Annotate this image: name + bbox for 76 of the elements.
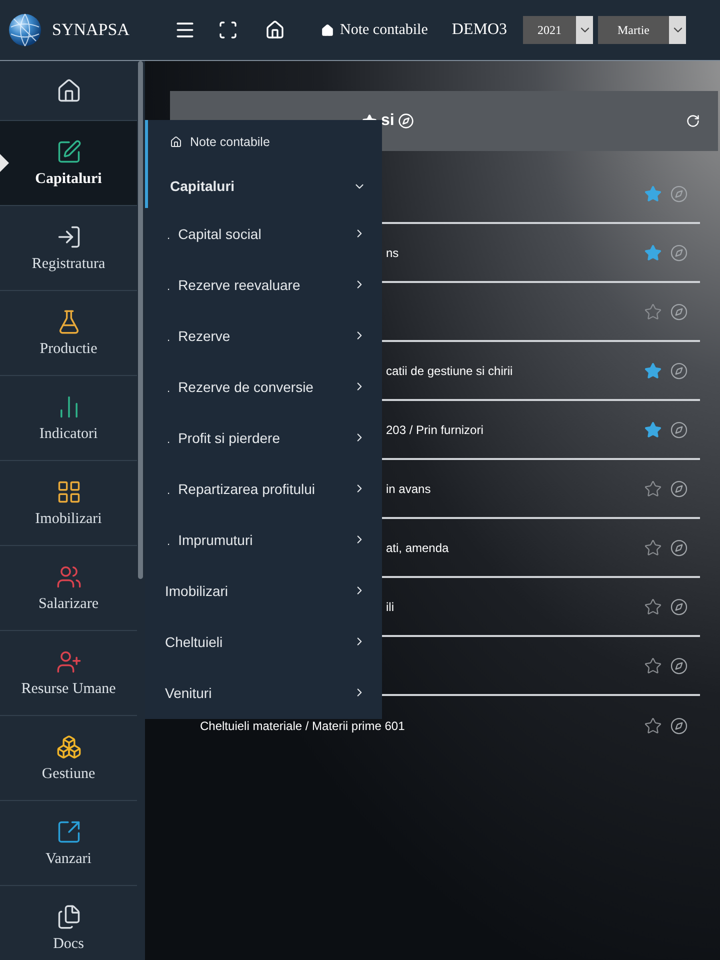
panel-title: si <box>381 112 394 130</box>
compass-icon <box>398 113 414 129</box>
bullet-marker: . <box>167 332 170 344</box>
breadcrumb-link[interactable]: Note contabile <box>321 22 428 38</box>
compass-icon[interactable] <box>670 538 688 556</box>
operation-text: ns <box>386 246 399 260</box>
star-icon[interactable] <box>644 538 662 556</box>
sidebar-item[interactable]: Vanzari <box>0 801 137 886</box>
operation-text: Cheltuieli materiale / Materii prime 601 <box>200 718 405 732</box>
menu-item[interactable]: . Repartizarea profitului <box>145 463 382 514</box>
brand-name: SYNAPSA <box>52 20 130 40</box>
menu-item[interactable]: . Imprumuturi <box>145 514 382 565</box>
sidebar-item[interactable]: Gestiune <box>0 716 137 801</box>
sidebar-item[interactable]: Registratura <box>0 206 137 291</box>
menu-item[interactable]: . Rezerve <box>145 310 382 361</box>
operation-text: in avans <box>386 482 431 496</box>
sidebar-item[interactable]: Salarizare <box>0 546 137 631</box>
company-name: DEMO3 <box>452 21 507 39</box>
operation-text: 203 / Prin furnizori <box>386 422 484 436</box>
compass-icon[interactable] <box>670 716 688 734</box>
star-icon[interactable] <box>644 656 662 674</box>
sidebar-item[interactable]: Productie <box>0 291 137 376</box>
bullet-marker: . <box>167 230 170 242</box>
bullet-marker: . <box>167 484 170 496</box>
compass-icon[interactable] <box>670 362 688 380</box>
compass-icon[interactable] <box>670 420 688 438</box>
home-icon <box>170 136 182 148</box>
star-icon[interactable] <box>644 598 662 616</box>
compass-icon[interactable] <box>670 480 688 498</box>
star-icon[interactable] <box>644 420 662 438</box>
star-icon[interactable] <box>644 184 662 202</box>
compass-icon[interactable] <box>670 302 688 320</box>
bullet-marker: . <box>167 280 170 292</box>
menu-item-label: Rezerve de conversie <box>178 378 314 394</box>
star-icon[interactable] <box>644 362 662 380</box>
menu-item-label: Capital social <box>178 226 262 242</box>
scrollbar[interactable] <box>138 61 143 579</box>
menu-item-label: Repartizarea profitului <box>178 480 316 496</box>
operation-text: catii de gestiune si chirii <box>386 364 513 378</box>
compass-icon[interactable] <box>670 598 688 616</box>
bullet-marker: . <box>167 382 170 394</box>
compass-icon[interactable] <box>670 656 688 674</box>
menu-group[interactable]: Venituri <box>145 667 382 718</box>
menu-group[interactable]: Imobilizari <box>145 565 382 616</box>
sidebar-item[interactable]: Capitaluri <box>0 121 137 206</box>
star-icon[interactable] <box>644 716 662 734</box>
operation-text: ati, amenda <box>386 540 449 554</box>
menu-item-label: Profit si pierdere <box>178 430 280 446</box>
selection-arrow-icon <box>0 154 9 172</box>
menu-item-label: Rezerve <box>178 328 230 344</box>
refresh-icon[interactable] <box>686 114 700 128</box>
menu-item[interactable]: . Capital social <box>145 208 382 259</box>
menu-title[interactable]: Note contabile <box>145 120 382 164</box>
star-icon[interactable] <box>644 244 662 262</box>
star-icon[interactable] <box>644 480 662 498</box>
home-icon[interactable] <box>265 20 285 40</box>
menu-group[interactable]: Cheltuieli <box>145 616 382 667</box>
menu-item[interactable]: . Profit si pierdere <box>145 412 382 463</box>
menu-item[interactable]: . Rezerve reevaluare <box>145 259 382 310</box>
sidebar-item[interactable]: Resurse Umane <box>0 631 137 716</box>
home-icon <box>321 24 334 36</box>
operation-text: ili <box>386 600 394 614</box>
menu-item-label: Rezerve reevaluare <box>178 276 300 292</box>
star-icon[interactable] <box>644 302 662 320</box>
globe-logo-icon <box>8 13 42 47</box>
sidebar-item[interactable]: Indicatori <box>0 376 137 461</box>
bullet-marker: . <box>167 434 170 446</box>
sidebar-item[interactable]: Docs <box>0 886 137 960</box>
menu-item-label: Imprumuturi <box>178 532 253 548</box>
month-select[interactable]: Martie <box>598 16 686 44</box>
fullscreen-icon[interactable] <box>218 20 238 40</box>
menu-item[interactable]: . Rezerve de conversie <box>145 361 382 412</box>
year-select[interactable]: 2021 <box>523 16 593 44</box>
bullet-marker: . <box>167 536 170 548</box>
sidebar-item[interactable]: Imobilizari <box>0 461 137 546</box>
menu-group[interactable]: Capitaluri <box>145 164 382 208</box>
